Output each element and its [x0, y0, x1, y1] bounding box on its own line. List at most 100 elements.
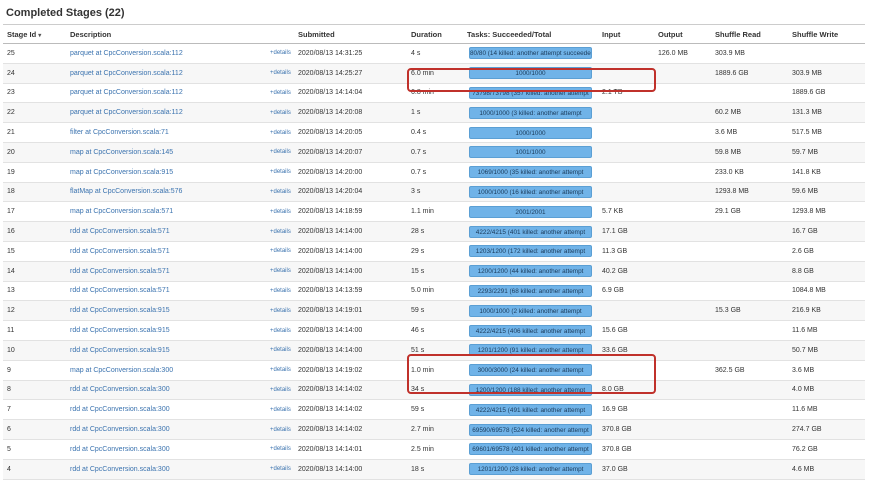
input-cell: 370.8 GB: [598, 439, 654, 460]
stage-description-link[interactable]: rdd at CpcConversion.scala:915: [66, 300, 266, 322]
table-row: 23 parquet at CpcConversion.scala:112 +det…: [3, 83, 865, 104]
submitted-cell: 2020/08/13 14:31:25: [294, 43, 407, 64]
column-header[interactable]: Description: [66, 24, 266, 44]
stage-description-link[interactable]: rdd at CpcConversion.scala:300: [66, 399, 266, 421]
output-cell: [654, 281, 711, 302]
stage-description-link[interactable]: rdd at CpcConversion.scala:300: [66, 419, 266, 440]
stage-description-link[interactable]: parquet at CpcConversion.scala:112: [66, 102, 266, 124]
stage-description-link[interactable]: map at CpcConversion.scala:915: [66, 162, 266, 183]
stage-description-link[interactable]: rdd at CpcConversion.scala:571: [66, 221, 266, 242]
stage-id-cell: 8: [3, 380, 66, 401]
stage-description-link[interactable]: parquet at CpcConversion.scala:112: [66, 63, 266, 84]
submitted-cell: 2020/08/13 14:20:08: [294, 102, 407, 124]
details-toggle[interactable]: +details: [266, 201, 294, 223]
shuffle-write-cell: 2.6 GB: [788, 241, 865, 262]
stage-description-link[interactable]: map at CpcConversion.scala:571: [66, 201, 266, 223]
column-header[interactable]: Submitted: [294, 24, 407, 44]
stage-description-link[interactable]: rdd at CpcConversion.scala:571: [66, 281, 266, 302]
input-cell: 2.1 TB: [598, 83, 654, 104]
tasks-cell: 1001/1000: [463, 142, 598, 163]
stage-description-link[interactable]: map at CpcConversion.scala:145: [66, 142, 266, 163]
submitted-cell: 2020/08/13 14:19:01: [294, 300, 407, 322]
tasks-progress-bar: 1000/1000 (16 killed: another attempt: [469, 185, 592, 198]
stage-description-link[interactable]: rdd at CpcConversion.scala:915: [66, 320, 266, 341]
stage-description-link[interactable]: rdd at CpcConversion.scala:300: [66, 380, 266, 401]
input-cell: 11.3 GB: [598, 241, 654, 262]
shuffle-write-cell: 8.8 GB: [788, 261, 865, 282]
stage-description-link[interactable]: rdd at CpcConversion.scala:915: [66, 340, 266, 361]
column-header[interactable]: Stage Id ▾: [3, 24, 66, 44]
details-toggle[interactable]: +details: [266, 459, 294, 480]
shuffle-write-cell: 141.8 KB: [788, 162, 865, 183]
details-toggle[interactable]: +details: [266, 182, 294, 203]
details-toggle[interactable]: +details: [266, 102, 294, 124]
submitted-cell: 2020/08/13 14:14:02: [294, 419, 407, 440]
details-toggle[interactable]: +details: [266, 221, 294, 242]
tasks-cell: 3000/3000 (24 killed: another attempt: [463, 360, 598, 381]
details-toggle[interactable]: +details: [266, 399, 294, 421]
column-header[interactable]: Input: [598, 24, 654, 44]
duration-cell: 18 s: [407, 459, 463, 480]
output-cell: [654, 360, 711, 381]
stage-id-cell: 7: [3, 399, 66, 421]
shuffle-read-cell: 1293.8 MB: [711, 182, 788, 203]
sort-arrow-icon[interactable]: ▾: [38, 33, 41, 39]
input-cell: [598, 182, 654, 203]
details-toggle[interactable]: +details: [266, 43, 294, 64]
stage-description-link[interactable]: flatMap at CpcConversion.scala:576: [66, 182, 266, 203]
duration-cell: 0.4 s: [407, 122, 463, 143]
column-header[interactable]: Shuffle Write: [788, 24, 865, 44]
details-toggle[interactable]: +details: [266, 340, 294, 361]
submitted-cell: 2020/08/13 14:14:01: [294, 439, 407, 460]
duration-cell: 1.1 min: [407, 201, 463, 223]
output-cell: [654, 122, 711, 143]
stage-description-link[interactable]: filter at CpcConversion.scala:71: [66, 122, 266, 143]
details-toggle[interactable]: +details: [266, 439, 294, 460]
details-toggle[interactable]: +details: [266, 83, 294, 104]
details-toggle[interactable]: +details: [266, 320, 294, 341]
stage-description-link[interactable]: rdd at CpcConversion.scala:571: [66, 241, 266, 262]
column-header[interactable]: Tasks: Succeeded/Total: [463, 24, 598, 44]
stage-id-cell: 21: [3, 122, 66, 143]
stage-description-link[interactable]: parquet at CpcConversion.scala:112: [66, 43, 266, 64]
table-row: 22 parquet at CpcConversion.scala:112 +det…: [3, 102, 865, 124]
tasks-progress-bar: 1203/1200 (172 killed: another attempt: [469, 245, 592, 258]
duration-cell: 0.7 s: [407, 162, 463, 183]
details-toggle[interactable]: +details: [266, 162, 294, 183]
page-title[interactable]: Completed Stages (22): [6, 7, 125, 19]
details-toggle[interactable]: +details: [266, 281, 294, 302]
column-header[interactable]: Shuffle Read: [711, 24, 788, 44]
column-header-label: Submitted: [298, 29, 335, 39]
details-toggle[interactable]: +details: [266, 63, 294, 84]
details-toggle[interactable]: +details: [266, 142, 294, 163]
details-toggle[interactable]: +details: [266, 380, 294, 401]
column-header[interactable]: Duration: [407, 24, 463, 44]
input-cell: [598, 122, 654, 143]
details-toggle[interactable]: +details: [266, 241, 294, 262]
output-cell: [654, 320, 711, 341]
stage-description-link[interactable]: rdd at CpcConversion.scala:571: [66, 261, 266, 282]
stage-description-link[interactable]: map at CpcConversion.scala:300: [66, 360, 266, 381]
tasks-progress-bar: 2293/2291 (68 killed: another attempt: [469, 284, 592, 297]
submitted-cell: 2020/08/13 14:18:59: [294, 201, 407, 223]
details-toggle[interactable]: +details: [266, 122, 294, 143]
tasks-progress-bar: 1000/1000 (3 killed: another attempt: [469, 106, 592, 119]
details-toggle[interactable]: +details: [266, 419, 294, 440]
stage-description-link[interactable]: parquet at CpcConversion.scala:112: [66, 83, 266, 104]
tasks-progress-bar: 69590/69578 (524 killed: another attempt: [469, 423, 592, 436]
stage-id-cell: 20: [3, 142, 66, 163]
stage-description-link[interactable]: rdd at CpcConversion.scala:300: [66, 439, 266, 460]
details-toggle[interactable]: +details: [266, 360, 294, 381]
table-row: 18 flatMap at CpcConversion.scala:576 +det…: [3, 182, 865, 203]
column-header[interactable]: Output: [654, 24, 711, 44]
tasks-cell: 4222/4215 (401 killed: another attempt: [463, 221, 598, 242]
column-header[interactable]: [266, 24, 294, 44]
details-toggle[interactable]: +details: [266, 300, 294, 322]
submitted-cell: 2020/08/13 14:20:04: [294, 182, 407, 203]
stage-description-link[interactable]: rdd at CpcConversion.scala:300: [66, 459, 266, 480]
input-cell: [598, 162, 654, 183]
details-toggle[interactable]: +details: [266, 261, 294, 282]
column-header-label: Stage Id: [7, 29, 37, 39]
submitted-cell: 2020/08/13 14:25:27: [294, 63, 407, 84]
tasks-cell: 1000/1000 (2 killed: another attempt: [463, 300, 598, 322]
